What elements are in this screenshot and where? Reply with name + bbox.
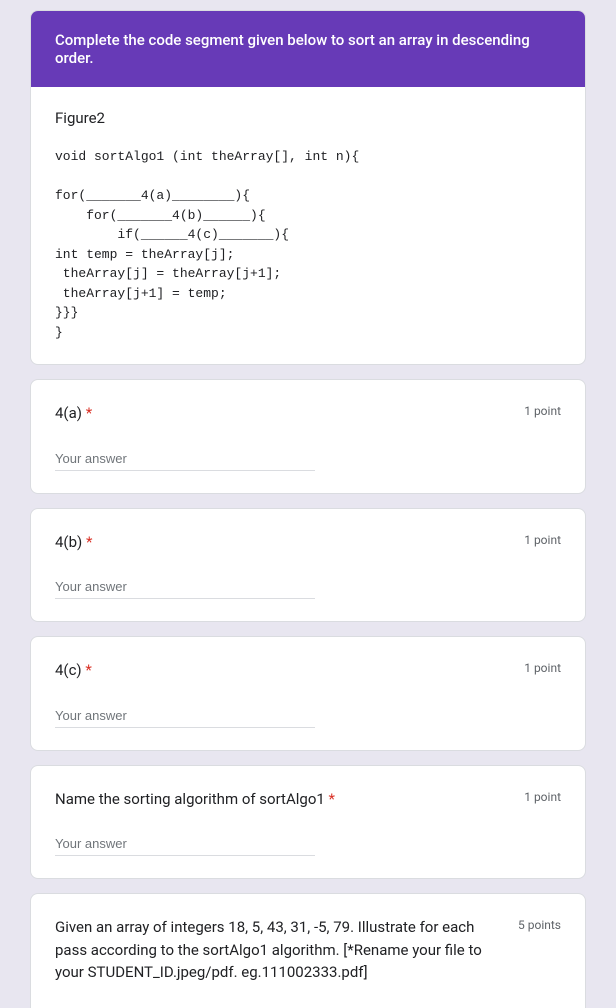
points-label: 1 point bbox=[524, 788, 561, 804]
question-title: Given an array of integers 18, 5, 43, 31… bbox=[55, 916, 518, 984]
question-card-illustrate: Given an array of integers 18, 5, 43, 31… bbox=[30, 893, 586, 1008]
question-card-algo-name: Name the sorting algorithm of sortAlgo1 … bbox=[30, 765, 586, 880]
required-marker: * bbox=[86, 533, 92, 551]
answer-input-4c[interactable] bbox=[55, 704, 315, 728]
code-block: void sortAlgo1 (int theArray[], int n){ … bbox=[55, 147, 561, 342]
answer-input-4a[interactable] bbox=[55, 447, 315, 471]
question-card-4c: 4(c) * 1 point bbox=[30, 636, 586, 751]
section-header: Complete the code segment given below to… bbox=[31, 11, 585, 87]
question-title: 4(a) * bbox=[55, 402, 104, 425]
question-label: Given an array of integers 18, 5, 43, 31… bbox=[55, 918, 482, 981]
answer-input-4b[interactable] bbox=[55, 575, 315, 599]
question-label: 4(c) bbox=[55, 661, 82, 679]
points-label: 1 point bbox=[524, 402, 561, 418]
question-label: 4(a) bbox=[55, 404, 82, 422]
question-card-4b: 4(b) * 1 point bbox=[30, 508, 586, 623]
intro-card: Complete the code segment given below to… bbox=[30, 10, 586, 365]
required-marker: * bbox=[85, 661, 91, 679]
question-title: 4(b) * bbox=[55, 531, 104, 554]
question-card-4a: 4(a) * 1 point bbox=[30, 379, 586, 494]
question-label: 4(b) bbox=[55, 533, 82, 551]
answer-input-algo-name[interactable] bbox=[55, 832, 315, 856]
section-header-text: Complete the code segment given below to… bbox=[55, 31, 530, 67]
figure-body: Figure2 void sortAlgo1 (int theArray[], … bbox=[31, 87, 585, 364]
figure-label: Figure2 bbox=[55, 109, 561, 127]
question-title: Name the sorting algorithm of sortAlgo1 … bbox=[55, 788, 347, 811]
question-title: 4(c) * bbox=[55, 659, 104, 682]
points-label: 5 points bbox=[518, 916, 561, 932]
required-marker: * bbox=[86, 404, 92, 422]
points-label: 1 point bbox=[524, 659, 561, 675]
required-marker: * bbox=[329, 790, 335, 808]
points-label: 1 point bbox=[524, 531, 561, 547]
question-label: Name the sorting algorithm of sortAlgo1 bbox=[55, 790, 325, 808]
